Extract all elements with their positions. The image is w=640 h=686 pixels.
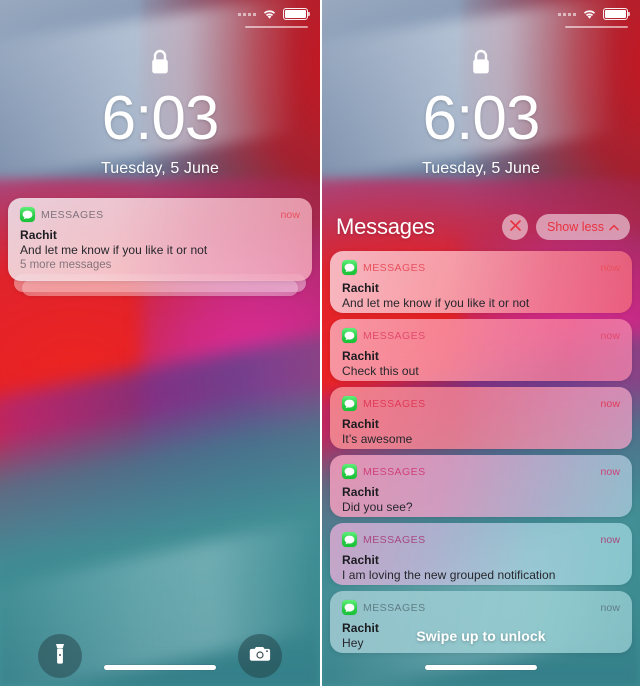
close-group-button[interactable] xyxy=(502,214,529,240)
notification-app-name: MESSAGES xyxy=(41,208,104,221)
notification-message: It’s awesome xyxy=(342,432,413,446)
messages-app-icon xyxy=(20,207,35,222)
notification-timestamp: now xyxy=(280,208,300,221)
lock-screen-collapsed: 6:03 Tuesday, 5 June MESSAGES now Rachit… xyxy=(0,0,320,686)
signal-dots-icon xyxy=(558,12,576,16)
messages-app-icon xyxy=(342,396,357,411)
messages-app-icon xyxy=(342,532,357,547)
notification-row[interactable]: MESSAGES now Rachit I am loving the new … xyxy=(330,523,632,585)
lock-screen-expanded: 6:03 Tuesday, 5 June Messages Show less xyxy=(322,0,640,686)
battery-icon xyxy=(283,8,311,20)
lock-icon xyxy=(322,48,640,81)
notification-message: And let me know if you like it or not xyxy=(342,296,530,310)
clock-date: Tuesday, 5 June xyxy=(421,160,540,177)
notification-message: Check this out xyxy=(342,364,419,378)
status-bar xyxy=(238,8,311,20)
wifi-icon xyxy=(262,9,277,20)
notification-app: MESSAGES xyxy=(342,464,426,479)
notification-header: MESSAGES now xyxy=(342,464,620,479)
messages-app-icon xyxy=(342,464,357,479)
status-bar-underline xyxy=(245,26,308,28)
notification-sender: Rachit xyxy=(342,553,379,567)
notification-sender: Rachit xyxy=(342,281,379,295)
messages-app-icon xyxy=(342,260,357,275)
notification-message: Did you see? xyxy=(342,500,413,514)
notification-app-name: MESSAGES xyxy=(363,465,426,478)
notification-app: MESSAGES xyxy=(342,600,426,615)
notification-header: MESSAGES now xyxy=(342,600,620,615)
notification-sender: Rachit xyxy=(342,485,379,499)
status-bar-underline xyxy=(565,26,628,28)
notification-row[interactable]: MESSAGES now Rachit Check this out xyxy=(330,319,632,381)
group-actions: Show less xyxy=(502,214,630,240)
notification-header: MESSAGES now xyxy=(20,207,300,222)
battery-icon xyxy=(603,8,631,20)
notification-timestamp: now xyxy=(600,533,620,546)
notification-message: And let me know if you like it or not xyxy=(20,243,208,257)
notification-timestamp: now xyxy=(600,397,620,410)
lock-icon xyxy=(0,48,320,81)
close-icon xyxy=(509,218,521,236)
status-bar xyxy=(558,8,631,20)
notification-app-name: MESSAGES xyxy=(363,397,426,410)
group-title: Messages xyxy=(336,214,435,239)
notification-row[interactable]: MESSAGES now Rachit And let me know if y… xyxy=(330,251,632,313)
notification-app-name: MESSAGES xyxy=(363,261,426,274)
notification-sender: Rachit xyxy=(342,417,379,431)
flashlight-button[interactable] xyxy=(38,634,82,678)
notification-app-name: MESSAGES xyxy=(363,329,426,342)
notification-timestamp: now xyxy=(600,601,620,614)
notification-message: I am loving the new grouped notification xyxy=(342,568,556,582)
notification-row[interactable]: MESSAGES now Rachit It’s awesome xyxy=(330,387,632,449)
messages-app-icon xyxy=(342,328,357,343)
screenshot-root: 6:03 Tuesday, 5 June MESSAGES now Rachit… xyxy=(0,0,640,686)
notification-stack[interactable]: MESSAGES now Rachit And let me know if y… xyxy=(8,198,312,296)
notification-sender: Rachit xyxy=(342,349,379,363)
swipe-up-hint: Swipe up to unlock xyxy=(416,628,546,644)
notification-app: MESSAGES xyxy=(20,207,104,222)
signal-dots-icon xyxy=(238,12,256,16)
show-less-button[interactable]: Show less xyxy=(536,214,630,240)
show-less-label: Show less xyxy=(547,220,604,234)
clock-date: Tuesday, 5 June xyxy=(100,160,219,177)
notification-app: MESSAGES xyxy=(342,396,426,411)
camera-icon xyxy=(249,645,271,668)
notification-sender: Rachit xyxy=(20,228,57,242)
notification-app-name: MESSAGES xyxy=(363,601,426,614)
flashlight-icon xyxy=(54,643,66,670)
clock-time: 6:03 xyxy=(101,84,220,153)
stack-layer-behind-2 xyxy=(22,280,298,296)
notification-row[interactable]: MESSAGES now Rachit Did you see? xyxy=(330,455,632,517)
notification-app-name: MESSAGES xyxy=(363,533,426,546)
notification-timestamp: now xyxy=(600,329,620,342)
notification-header: MESSAGES now xyxy=(342,532,620,547)
notification-app: MESSAGES xyxy=(342,532,426,547)
home-indicator[interactable] xyxy=(425,665,537,670)
notification-app: MESSAGES xyxy=(342,260,426,275)
notification-list: MESSAGES now Rachit And let me know if y… xyxy=(330,251,632,659)
notification-timestamp: now xyxy=(600,465,620,478)
notification-header: MESSAGES now xyxy=(342,260,620,275)
notification-header: MESSAGES now xyxy=(342,328,620,343)
camera-button[interactable] xyxy=(238,634,282,678)
notification-header: MESSAGES now xyxy=(342,396,620,411)
home-indicator[interactable] xyxy=(104,665,216,670)
notification-group-header: Messages Show less xyxy=(336,214,630,240)
notification-timestamp: now xyxy=(600,261,620,274)
more-messages-label: 5 more messages xyxy=(20,259,112,271)
messages-app-icon xyxy=(342,600,357,615)
clock-time: 6:03 xyxy=(422,84,541,153)
chevron-up-icon xyxy=(609,220,619,234)
wifi-icon xyxy=(582,9,597,20)
notification-app: MESSAGES xyxy=(342,328,426,343)
grouped-notification-card[interactable]: MESSAGES now Rachit And let me know if y… xyxy=(8,198,312,281)
